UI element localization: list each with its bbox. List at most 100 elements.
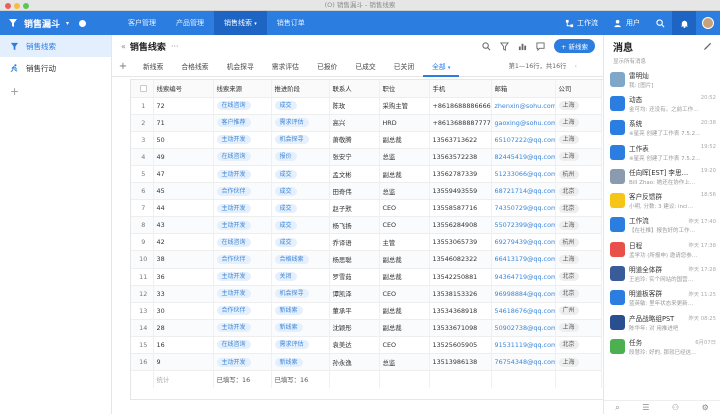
table-cell[interactable]: 13546082322 [429,250,492,269]
table-cell[interactable]: 副总裁 [379,250,430,269]
table-cell[interactable]: 上海 [555,250,602,269]
table-cell[interactable]: CEO [379,285,430,303]
table-cell[interactable]: 合格线索 [271,250,330,269]
column-header[interactable]: 线索编号 [153,80,214,98]
table-cell[interactable]: 北京 [555,199,602,218]
message-item[interactable]: 工作表 ※星亮 创建了工作表 7.5.2… 19:52 [604,140,720,164]
table-cell[interactable]: 合作伙伴 [213,302,272,320]
table-cell[interactable]: 杭州 [555,165,602,184]
table-cell[interactable]: 上海 [555,216,602,235]
tab-closed[interactable]: 已关闭 [385,57,423,77]
table-cell[interactable]: 上海 [555,319,602,337]
table-cell[interactable]: 66413179@qq.com [491,250,556,269]
table-cell[interactable]: 成交 [271,233,330,252]
email-link[interactable]: 54618676@qq.com [495,307,555,315]
email-link[interactable]: 68721714@qq.com [495,187,555,195]
table-cell[interactable]: 13538153326 [429,285,492,303]
chart-icon[interactable] [518,42,527,51]
table-cell[interactable]: 北京 [555,268,602,286]
table-cell[interactable]: 13534368918 [429,302,492,320]
table-cell[interactable]: 在线咨询 [213,233,272,252]
settings-icon[interactable]: ⚙ [702,403,709,412]
table-cell[interactable]: 合作伙伴 [213,250,272,269]
table-cell[interactable]: 主动开发 [213,131,272,149]
table-cell[interactable]: 机会探寻 [271,285,330,303]
message-item[interactable]: 工作流 【在社推】报告好的工作… 昨天 17:40 [604,213,720,237]
nav-tab-orders[interactable]: 销售订单 [267,11,315,35]
table-cell[interactable]: 副总裁 [379,131,430,149]
column-header[interactable]: 线索来源 [213,80,272,98]
row-index[interactable]: 7 [131,199,154,218]
table-cell[interactable]: 28 [153,319,214,337]
sidebar-item-actions[interactable]: 销售行动 [0,57,111,79]
row-index[interactable]: 11 [131,268,154,286]
table-cell[interactable]: 总监 [379,182,430,201]
table-row[interactable]: 7 44 主动开发 成交 赵子默 CEO 13558587716 74350729@qq.co… [131,199,602,218]
message-item[interactable]: 明道全体群 王岩玲: 实个网站的国营… 昨天 17:28 [604,261,720,285]
table-cell[interactable]: 13558587716 [429,199,492,218]
message-item[interactable]: 任务 段慧玲: 好的, 那就已经这… 6月07日 [604,334,720,358]
table-cell[interactable]: CEO [379,336,430,355]
table-cell[interactable]: CEO [379,216,430,235]
table-cell[interactable]: 主动开发 [213,285,272,303]
table-cell[interactable]: 成交 [271,182,330,201]
table-cell[interactable]: 82445419@qq.com [491,148,556,166]
row-index[interactable]: 5 [131,165,154,184]
message-item[interactable]: 任向晖[EST] 李思… Bill Zhao: 她还在协作上… 19:20 [604,164,720,188]
table-cell[interactable]: 主管 [379,233,430,252]
table-cell[interactable]: 9 [153,353,214,372]
table-cell[interactable]: 上海 [555,353,602,372]
table-row[interactable]: 8 43 主动开发 成交 杨飞扬 CEO 13556284908 55072399@qq.co… [131,216,602,235]
table-cell[interactable]: gaoxing@sohu.com [491,114,556,132]
tab-quoted[interactable]: 已报价 [308,57,346,77]
table-cell[interactable]: 主动开发 [213,319,272,337]
table-cell[interactable]: 50 [153,131,214,149]
table-cell[interactable]: 主动开发 [213,268,272,286]
table-cell[interactable]: 客户推荐 [213,114,272,132]
table-cell[interactable]: 13542250881 [429,268,492,286]
table-row[interactable]: 16 9 主动开发 新线索 孙永逸 总监 13513986138 76754348@qq.co… [131,353,602,372]
group-icon[interactable]: ⚇ [672,403,679,412]
table-cell[interactable]: 成交 [271,216,330,235]
row-index[interactable]: 15 [131,336,154,355]
table-cell[interactable]: 乔译语 [329,233,380,252]
table-cell[interactable]: 报价 [271,148,330,166]
table-row[interactable]: 3 50 主动开发 机会探寻 萧敬腾 副总裁 13563713622 65107222@qq.… [131,131,602,149]
table-cell[interactable]: 成交 [271,97,330,115]
table-cell[interactable]: 65107222@qq.com [491,131,556,149]
row-index[interactable]: 4 [131,148,154,166]
email-link[interactable]: 65107222@qq.com [495,136,555,144]
add-view-button[interactable]: + [0,85,111,98]
table-cell[interactable]: 成交 [271,199,330,218]
nav-tab-customers[interactable]: 客户管理 [118,11,166,35]
table-cell[interactable]: 69279439@qq.com [491,233,556,252]
row-index[interactable]: 16 [131,353,154,372]
table-cell[interactable]: 北京 [555,285,602,303]
table-cell[interactable]: 在线咨询 [213,148,272,166]
table-cell[interactable]: 55072399@qq.com [491,216,556,235]
compose-icon[interactable] [703,42,712,51]
table-cell[interactable]: 主动开发 [213,165,272,184]
table-cell[interactable]: 在线咨询 [213,336,272,355]
table-row[interactable]: 14 28 主动开发 新线索 沈颖彤 副总裁 13533671098 50902738@qq.… [131,319,602,337]
message-item[interactable]: 日程 孟学功 (所报申) 邀请您参… 昨天 17:38 [604,237,720,261]
email-link[interactable]: 50902738@qq.com [495,324,555,332]
table-cell[interactable]: 陈玫 [329,97,380,115]
table-cell[interactable]: 74350729@qq.com [491,199,556,218]
table-cell[interactable]: 沈颖彤 [329,319,380,337]
table-cell[interactable]: 13563572238 [429,148,492,166]
message-item[interactable]: 动态 金可均: 还没有。之前工作… 20:52 [604,91,720,115]
table-cell[interactable]: 需求评估 [271,114,330,132]
global-search-button[interactable] [648,11,672,35]
email-link[interactable]: 69279439@qq.com [495,238,555,246]
table-cell[interactable]: 田奇伟 [329,182,380,201]
table-cell[interactable]: 44 [153,199,214,218]
table-cell[interactable]: 总监 [379,353,430,372]
table-cell[interactable]: 机会探寻 [271,131,330,149]
email-link[interactable]: 55072399@qq.com [495,221,555,229]
tab-won[interactable]: 已成交 [346,57,384,77]
table-cell[interactable]: 广州 [555,302,602,320]
new-lead-button[interactable]: + 新线索 [553,39,595,53]
row-index[interactable]: 9 [131,233,154,252]
filter-icon[interactable] [499,41,509,51]
